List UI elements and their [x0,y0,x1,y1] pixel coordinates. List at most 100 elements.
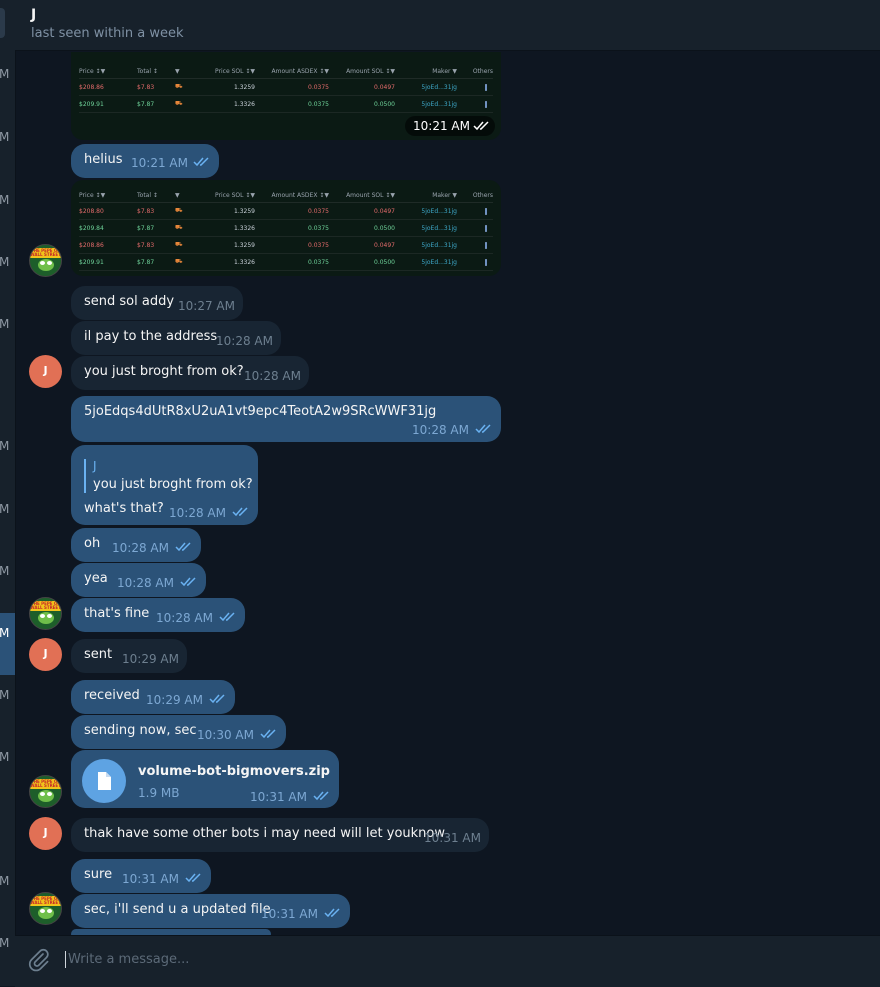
chat-list-time-fragment: M [0,564,10,578]
message-time: 10:28 AM [112,541,169,555]
file-message-bubble[interactable]: volume-bot-bigmovers.zip 1.9 MB 10:31 AM [71,750,339,808]
photo-time-pill: 10:21 AM [405,116,495,136]
message-text: helius [84,152,123,167]
chat-list-time-fragment: M [0,439,10,453]
message-time: 10:30 AM [197,728,254,742]
chat-list-time-fragment: M [0,255,10,269]
chat-list-time-fragment: M [0,317,10,331]
message-text: you just broght from ok? [84,364,244,379]
message-time: 10:21 AM [131,156,188,170]
message-time: 10:27 AM [178,299,235,313]
table-row: $209.91 $7.87 ⛟ 1.3326 0.0375 0.0500 5joEd...3… [79,96,493,113]
message-time: 10:29 AM [122,652,179,666]
message-text: sending now, sec [84,723,197,738]
message-time: 10:28 AM [156,611,213,625]
table-row: $208.86 $7.83 ⛟ 1.3259 0.0375 0.0497 5joEd...3… [79,237,493,254]
double-check-icon [219,612,235,622]
chat-list-time-fragment: M [0,688,10,702]
message-time: 10:31 AM [261,907,318,921]
reply-indicator [84,459,86,493]
chat-list-time-fragment: M [0,874,10,888]
contact-avatar[interactable]: THE PEPE OF WALL STREET [29,597,62,630]
message-bubble[interactable]: you just broght from ok? 10:28 AM [71,356,309,390]
text-caret [65,951,66,968]
chat-list-time-fragment: M [0,193,10,207]
chat-list-time-fragment: M [0,502,10,516]
message-time: 10:31 AM [122,872,179,886]
contact-avatar[interactable]: J [29,817,62,850]
attach-icon[interactable] [27,948,51,972]
message-bubble[interactable]: helius 10:21 AM [71,144,219,178]
contact-avatar[interactable]: J [29,355,62,388]
message-time: 10:29 AM [146,693,203,707]
chat-title[interactable]: J [31,7,36,23]
contact-avatar[interactable]: THE PEPE OF WALL STREET [29,244,62,277]
message-bubble[interactable]: that's fine 10:28 AM [71,598,245,632]
message-bubble[interactable]: thak have some other bots i may need wil… [71,818,489,852]
chat-list-strip[interactable]: M M M M M M M M M M M M M [0,0,16,986]
message-time: 10:31 AM [250,790,307,804]
file-icon [98,772,111,790]
message-text: 5joEdqs4dUtR8xU2uA1vt9epc4TeotA2w9SRcWWF… [84,404,437,419]
message-bubble[interactable]: sending now, sec 10:30 AM [71,715,286,749]
message-text: sec, i'll send u a updated file [84,902,271,917]
chat-list-time-fragment: M [0,936,10,950]
reply-message-bubble[interactable]: J you just broght from ok? what's that? … [71,445,258,525]
message-time: 10:28 AM [169,506,226,520]
double-check-icon [185,873,201,883]
message-composer[interactable]: Write a message... [15,935,880,987]
photo-message[interactable]: Price ↕▼ Total ↕ ▼ Price SOL ↕▼ Amount ASDEX… [71,180,501,276]
message-bubble[interactable]: oh 10:28 AM [71,528,201,562]
message-text: il pay to the address [84,329,218,344]
message-time: 10:31 AM [424,831,481,845]
message-text: oh [84,536,101,551]
message-time: 10:28 AM [117,576,174,590]
message-text: yea [84,571,108,586]
double-check-icon [473,121,489,131]
chat-list-time-fragment: M [0,130,10,144]
message-bubble[interactable]: sure 10:31 AM [71,859,211,893]
message-time: 10:21 AM [413,119,470,133]
message-input[interactable]: Write a message... [68,952,189,967]
message-bubble[interactable]: il pay to the address 10:28 AM [71,321,281,355]
table-header: Price ↕▼ Total ↕ ▼ Price SOL ↕▼ Amount ASDEX… [79,64,493,79]
table-row: $208.80 $7.83 ⛟ 1.3259 0.0375 0.0497 5joEd...3… [79,203,493,220]
contact-avatar[interactable]: THE PEPE OF WALL STREET [29,892,62,925]
double-check-icon [180,577,196,587]
contact-avatar[interactable]: J [29,638,62,671]
table-row: $209.91 $7.87 ⛟ 1.3326 0.0375 0.0500 5joEd...3… [79,254,493,271]
message-bubble[interactable]: 5joEdqs4dUtR8xU2uA1vt9epc4TeotA2w9SRcWWF… [71,396,501,442]
message-text: send sol addy [84,294,175,309]
message-text: sent [84,647,113,662]
chat-list-time-fragment: M [0,750,10,764]
chat-header[interactable]: J last seen within a week [15,0,880,51]
contact-avatar[interactable]: THE PEPE OF WALL STREET [29,775,62,808]
selected-chat-indicator[interactable] [0,613,15,675]
file-download-button[interactable] [82,759,126,803]
file-name[interactable]: volume-bot-bigmovers.zip [138,764,330,779]
message-time: 10:28 AM [216,334,273,348]
double-check-icon [313,791,329,801]
chat-list-time-fragment: M [0,626,10,640]
photo-message[interactable]: Price ↕▼ Total ↕ ▼ Price SOL ↕▼ Amount ASDEX… [71,52,501,140]
message-bubble[interactable]: sec, i'll send u a updated file 10:31 AM [71,894,350,928]
message-text: that's fine [84,606,150,621]
message-bubble[interactable]: sent 10:29 AM [71,639,187,673]
table-header: Price ↕▼ Total ↕ ▼ Price SOL ↕▼ Amount ASDEX… [79,188,493,203]
reply-author: J [93,459,97,473]
double-check-icon [324,908,340,918]
chat-list-time-fragment: M [0,67,10,81]
message-text: thak have some other bots i may need wil… [84,826,445,841]
double-check-icon [209,694,225,704]
message-bubble[interactable]: send sol addy 10:27 AM [71,286,243,320]
message-bubble[interactable]: yea 10:28 AM [71,563,206,597]
message-time: 10:28 AM [244,369,301,383]
message-time: 10:28 AM [412,423,469,437]
chat-list-item-partial[interactable] [0,8,5,38]
message-bubble[interactable]: received 10:29 AM [71,680,235,714]
file-size: 1.9 MB [138,786,180,800]
double-check-icon [175,542,191,552]
reply-quote: you just broght from ok? [93,477,253,492]
message-text: what's that? [84,501,164,516]
double-check-icon [193,157,209,167]
